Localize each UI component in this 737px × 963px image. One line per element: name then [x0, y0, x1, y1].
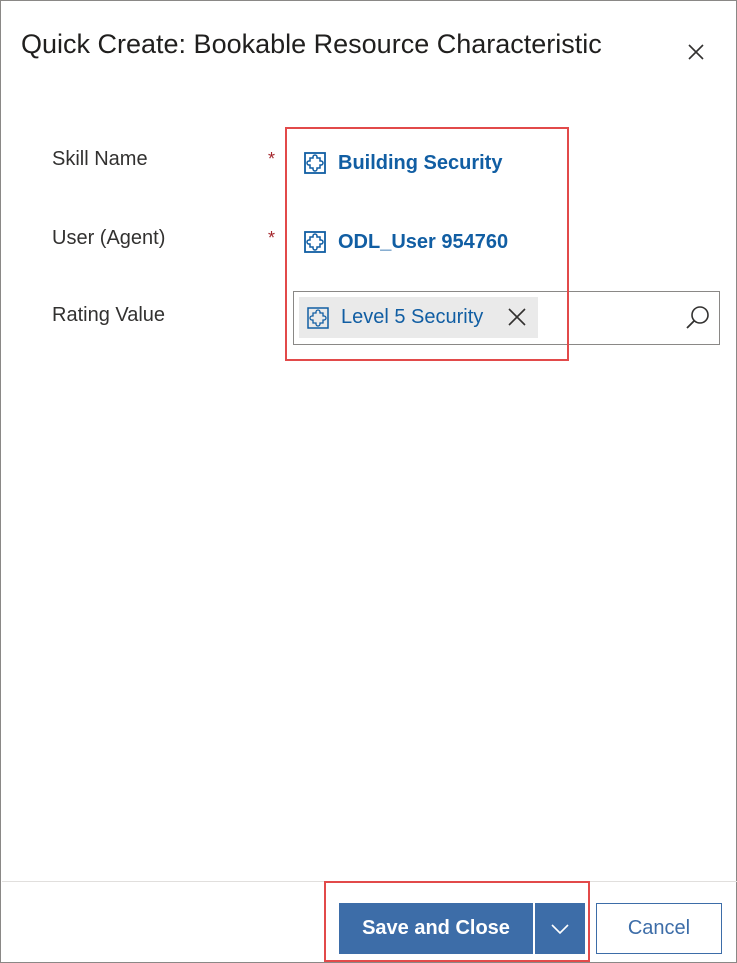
close-icon	[508, 308, 526, 326]
user-agent-lookup-link[interactable]: ODL_User 954760	[303, 230, 508, 254]
skill-name-value: Building Security	[338, 151, 503, 174]
remove-rating-button[interactable]	[506, 306, 528, 328]
user-agent-label: User (Agent)	[52, 227, 166, 249]
rating-value-chip[interactable]: Level 5 Security	[299, 297, 538, 338]
skill-name-lookup-link[interactable]: Building Security	[303, 151, 502, 175]
save-and-close-button[interactable]: Save and Close	[339, 903, 533, 954]
skill-name-required-marker: *	[268, 149, 276, 169]
rating-search-button[interactable]	[684, 304, 712, 332]
cancel-button[interactable]: Cancel	[596, 903, 722, 954]
chevron-down-icon	[551, 923, 569, 934]
entity-puzzle-icon	[304, 152, 326, 174]
user-agent-required-marker: *	[268, 228, 276, 248]
rating-value-text[interactable]: Level 5 Security	[341, 306, 483, 329]
save-options-dropdown-button[interactable]	[535, 903, 585, 954]
skill-name-label: Skill Name	[52, 148, 148, 170]
close-button[interactable]	[683, 39, 709, 65]
dialog-title: Quick Create: Bookable Resource Characte…	[21, 29, 602, 59]
entity-puzzle-icon	[306, 306, 330, 330]
rating-value-label: Rating Value	[52, 304, 166, 326]
footer-divider	[2, 881, 737, 882]
entity-puzzle-icon	[304, 231, 326, 253]
rating-value-lookup-field[interactable]: Level 5 Security	[293, 291, 720, 345]
user-agent-value: ODL_User 954760	[338, 230, 509, 253]
search-icon	[686, 306, 709, 329]
close-icon	[688, 44, 704, 60]
quick-create-dialog: Quick Create: Bookable Resource Characte…	[0, 0, 737, 963]
